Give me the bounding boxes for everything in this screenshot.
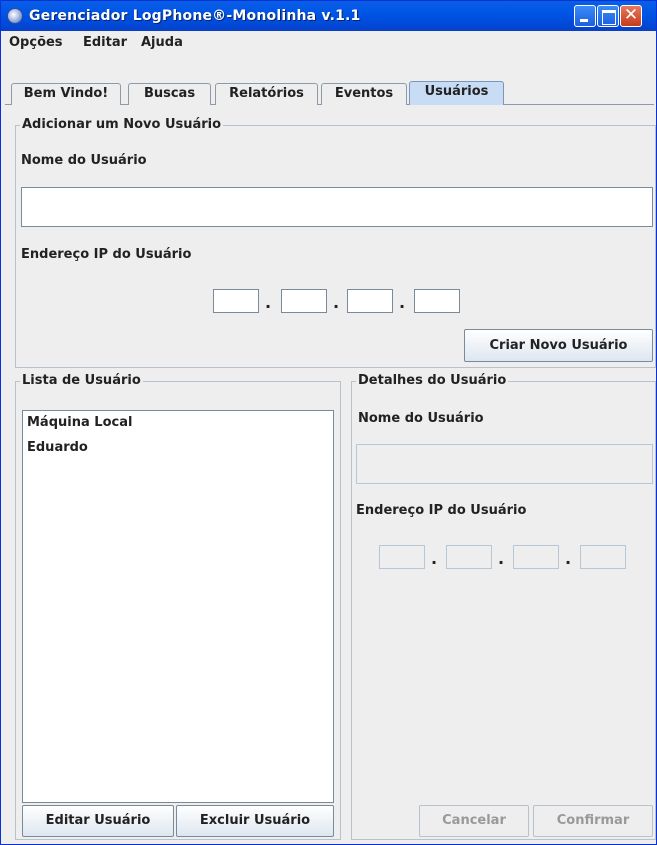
user-list-group-title: Lista de Usuário bbox=[20, 373, 143, 388]
details-ip-octet-4 bbox=[580, 545, 626, 569]
details-ip-octet-3 bbox=[513, 545, 559, 569]
delete-user-button[interactable]: Excluir Usuário bbox=[176, 805, 334, 837]
ip-dot: . bbox=[565, 549, 572, 568]
details-name-field bbox=[356, 444, 653, 484]
menu-bar: Opções Editar Ajuda bbox=[2, 31, 655, 55]
tab-eventos[interactable]: Eventos bbox=[321, 83, 407, 105]
menu-opcoes[interactable]: Opções bbox=[9, 35, 63, 50]
tab-relatorios[interactable]: Relatórios bbox=[215, 83, 318, 105]
menu-ajuda[interactable]: Ajuda bbox=[141, 35, 183, 50]
add-user-name-input[interactable] bbox=[21, 187, 653, 227]
ip-dot: . bbox=[333, 293, 340, 312]
edit-user-button[interactable]: Editar Usuário bbox=[22, 805, 174, 837]
details-ip-octet-1 bbox=[379, 545, 425, 569]
app-icon bbox=[7, 8, 23, 24]
add-user-ip-octet-1[interactable] bbox=[213, 289, 259, 313]
ip-dot: . bbox=[399, 293, 406, 312]
add-user-ip-octet-4[interactable] bbox=[414, 289, 460, 313]
ip-dot: . bbox=[498, 549, 505, 568]
add-user-group-title: Adicionar um Novo Usuário bbox=[20, 117, 224, 132]
user-list[interactable]: Máquina Local Eduardo bbox=[22, 410, 334, 803]
list-item[interactable]: Máquina Local bbox=[27, 415, 132, 430]
add-user-ip-octet-3[interactable] bbox=[347, 289, 393, 313]
ip-dot: . bbox=[431, 549, 438, 568]
close-icon: ✕ bbox=[623, 5, 639, 25]
create-user-button[interactable]: Criar Novo Usuário bbox=[464, 329, 653, 362]
list-item[interactable]: Eduardo bbox=[27, 440, 88, 455]
add-user-ip-label: Endereço IP do Usuário bbox=[21, 247, 192, 262]
tab-usuarios[interactable]: Usuários bbox=[409, 81, 504, 105]
details-name-label: Nome do Usuário bbox=[358, 411, 484, 426]
confirm-button: Confirmar bbox=[533, 805, 653, 837]
maximize-button[interactable] bbox=[597, 5, 619, 27]
cancel-button: Cancelar bbox=[419, 805, 529, 837]
close-button[interactable]: ✕ bbox=[620, 5, 642, 27]
window-title: Gerenciador LogPhone®-Monolinha v.1.1 bbox=[29, 8, 361, 24]
details-ip-octet-2 bbox=[446, 545, 492, 569]
minimize-button[interactable] bbox=[574, 5, 596, 27]
tab-bem-vindo[interactable]: Bem Vindo! bbox=[11, 83, 121, 105]
details-ip-label: Endereço IP do Usuário bbox=[356, 503, 527, 518]
app-window: Gerenciador LogPhone®-Monolinha v.1.1 ✕ … bbox=[0, 0, 657, 845]
user-details-group-title: Detalhes do Usuário bbox=[356, 373, 509, 388]
tab-buscas[interactable]: Buscas bbox=[128, 83, 211, 105]
ip-dot: . bbox=[265, 293, 272, 312]
add-user-ip-octet-2[interactable] bbox=[281, 289, 327, 313]
title-bar[interactable]: Gerenciador LogPhone®-Monolinha v.1.1 ✕ bbox=[1, 1, 656, 31]
menu-editar[interactable]: Editar bbox=[83, 35, 127, 50]
add-user-name-label: Nome do Usuário bbox=[21, 153, 147, 168]
